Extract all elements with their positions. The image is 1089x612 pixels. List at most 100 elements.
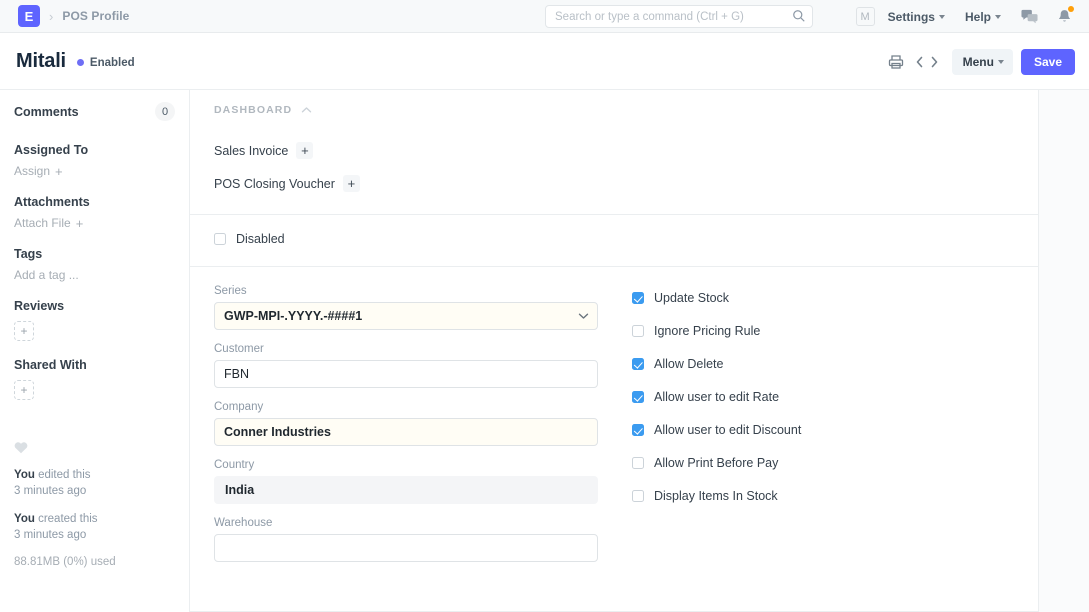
comments-label: Comments bbox=[14, 105, 79, 119]
add-pos-closing-voucher-button[interactable]: + bbox=[343, 175, 360, 192]
customer-label: Customer bbox=[214, 343, 598, 355]
allow-edit-discount-checkbox[interactable] bbox=[632, 424, 644, 436]
notifications-icon[interactable] bbox=[1056, 8, 1073, 25]
allow-print-before-pay-checkbox[interactable] bbox=[632, 457, 644, 469]
series-label: Series bbox=[214, 285, 598, 297]
storage-usage: 88.81MB (0%) used bbox=[14, 556, 175, 568]
chat-icon[interactable] bbox=[1021, 8, 1038, 25]
disabled-checkbox-row[interactable]: Disabled bbox=[214, 232, 1014, 246]
settings-menu[interactable]: Settings bbox=[888, 10, 945, 24]
display-items-in-stock-checkbox[interactable] bbox=[632, 490, 644, 502]
page-title: Mitali bbox=[16, 50, 66, 73]
field-customer: Customer FBN bbox=[214, 343, 598, 388]
page-header: Mitali Enabled Menu Save bbox=[0, 33, 1089, 90]
reviews-label: Reviews bbox=[14, 299, 175, 313]
checkbox-row-allow-edit-discount[interactable]: Allow user to edit Discount bbox=[632, 423, 1014, 437]
breadcrumb-pos-profile[interactable]: POS Profile bbox=[62, 9, 129, 23]
search-input[interactable] bbox=[545, 5, 813, 28]
form-section: Series GWP-MPI-.YYYY.-####1 Customer FBN bbox=[190, 267, 1039, 612]
dashboard-link-pos-closing-voucher[interactable]: POS Closing Voucher + bbox=[190, 175, 1038, 192]
comments-count: 0 bbox=[155, 102, 175, 121]
allow-edit-rate-checkbox[interactable] bbox=[632, 391, 644, 403]
sidebar-section-comments: Comments 0 bbox=[14, 102, 175, 121]
page-body: Comments 0 Assigned To Assign + Attachme… bbox=[0, 90, 1089, 612]
checkbox-row-allow-delete[interactable]: Allow Delete bbox=[632, 357, 1014, 371]
update-stock-label: Update Stock bbox=[654, 291, 729, 305]
disabled-section: Disabled bbox=[190, 215, 1039, 267]
plus-icon: + bbox=[76, 217, 84, 230]
notification-badge-dot bbox=[1068, 6, 1074, 12]
checkbox-row-update-stock[interactable]: Update Stock bbox=[632, 291, 1014, 305]
form-right-column: Update Stock Ignore Pricing Rule Allow D… bbox=[598, 285, 1014, 611]
add-tag-placeholder: Add a tag ... bbox=[14, 268, 79, 282]
assign-label: Assign bbox=[14, 164, 50, 178]
chevron-up-icon[interactable] bbox=[301, 106, 312, 114]
add-tag-input[interactable]: Add a tag ... bbox=[14, 268, 175, 282]
sidebar-section-attachments: Attachments Attach File + bbox=[14, 195, 175, 230]
add-sales-invoice-button[interactable]: + bbox=[296, 142, 313, 159]
like-heart-icon[interactable] bbox=[14, 441, 28, 454]
menu-button[interactable]: Menu bbox=[952, 49, 1013, 75]
next-document-icon[interactable] bbox=[929, 55, 940, 69]
assign-button[interactable]: Assign + bbox=[14, 164, 175, 178]
sidebar-section-reviews: Reviews + bbox=[14, 299, 175, 341]
series-value: GWP-MPI-.YYYY.-####1 bbox=[224, 309, 362, 323]
chevron-down-icon bbox=[939, 15, 945, 19]
create-log-time: 3 minutes ago bbox=[14, 529, 86, 541]
allow-print-before-pay-label: Allow Print Before Pay bbox=[654, 456, 778, 470]
attach-file-button[interactable]: Attach File + bbox=[14, 216, 175, 230]
attachments-label: Attachments bbox=[14, 195, 175, 209]
customer-input[interactable]: FBN bbox=[214, 360, 598, 388]
checkbox-row-allow-print-before-pay[interactable]: Allow Print Before Pay bbox=[632, 456, 1014, 470]
ignore-pricing-rule-checkbox[interactable] bbox=[632, 325, 644, 337]
dashboard-link-sales-invoice[interactable]: Sales Invoice + bbox=[190, 142, 1038, 159]
avatar[interactable]: M bbox=[856, 7, 875, 26]
allow-delete-label: Allow Delete bbox=[654, 357, 723, 371]
status-dot-icon bbox=[77, 59, 84, 66]
display-items-in-stock-label: Display Items In Stock bbox=[654, 489, 778, 503]
allow-delete-checkbox[interactable] bbox=[632, 358, 644, 370]
main-content: DASHBOARD Sales Invoice + POS Closing Vo… bbox=[190, 90, 1089, 612]
menu-button-label: Menu bbox=[963, 55, 994, 69]
global-search[interactable] bbox=[545, 5, 813, 28]
plus-icon: + bbox=[55, 165, 63, 178]
settings-label: Settings bbox=[888, 10, 935, 24]
dashboard-link-label: POS Closing Voucher bbox=[214, 177, 335, 191]
top-navbar: E › POS Profile M Settings Help bbox=[0, 0, 1089, 33]
previous-document-icon[interactable] bbox=[914, 55, 925, 69]
field-series: Series GWP-MPI-.YYYY.-####1 bbox=[214, 285, 598, 330]
save-button[interactable]: Save bbox=[1021, 49, 1075, 75]
update-stock-checkbox[interactable] bbox=[632, 292, 644, 304]
checkbox-row-display-items-in-stock[interactable]: Display Items In Stock bbox=[632, 489, 1014, 503]
warehouse-label: Warehouse bbox=[214, 517, 598, 529]
edit-log: You edited this 3 minutes ago bbox=[14, 468, 175, 499]
chevron-down-icon bbox=[998, 60, 1004, 64]
create-log: You created this 3 minutes ago bbox=[14, 512, 175, 543]
chevron-down-icon bbox=[995, 15, 1001, 19]
customer-value: FBN bbox=[224, 367, 249, 381]
assigned-to-label: Assigned To bbox=[14, 143, 175, 157]
status-badge: Enabled bbox=[77, 57, 135, 69]
add-review-button[interactable]: + bbox=[14, 321, 34, 341]
print-icon[interactable] bbox=[888, 54, 904, 70]
series-select[interactable]: GWP-MPI-.YYYY.-####1 bbox=[214, 302, 598, 330]
sidebar: Comments 0 Assigned To Assign + Attachme… bbox=[0, 90, 190, 612]
dashboard-section-header[interactable]: DASHBOARD bbox=[190, 104, 1038, 116]
checkbox-row-allow-edit-rate[interactable]: Allow user to edit Rate bbox=[632, 390, 1014, 404]
app-logo[interactable]: E bbox=[18, 5, 40, 27]
sidebar-section-shared-with: Shared With + bbox=[14, 358, 175, 400]
allow-edit-discount-label: Allow user to edit Discount bbox=[654, 423, 801, 437]
disabled-checkbox[interactable] bbox=[214, 233, 226, 245]
dashboard-link-label: Sales Invoice bbox=[214, 144, 288, 158]
field-warehouse: Warehouse bbox=[214, 517, 598, 562]
warehouse-input[interactable] bbox=[214, 534, 598, 562]
add-share-button[interactable]: + bbox=[14, 380, 34, 400]
dashboard-section-label: DASHBOARD bbox=[214, 104, 292, 116]
checkbox-row-ignore-pricing-rule[interactable]: Ignore Pricing Rule bbox=[632, 324, 1014, 338]
chevron-down-icon bbox=[578, 312, 589, 320]
company-input[interactable]: Conner Industries bbox=[214, 418, 598, 446]
dashboard-section: DASHBOARD Sales Invoice + POS Closing Vo… bbox=[190, 90, 1039, 215]
field-company: Company Conner Industries bbox=[214, 401, 598, 446]
help-menu[interactable]: Help bbox=[965, 10, 1001, 24]
edit-log-time: 3 minutes ago bbox=[14, 485, 86, 497]
